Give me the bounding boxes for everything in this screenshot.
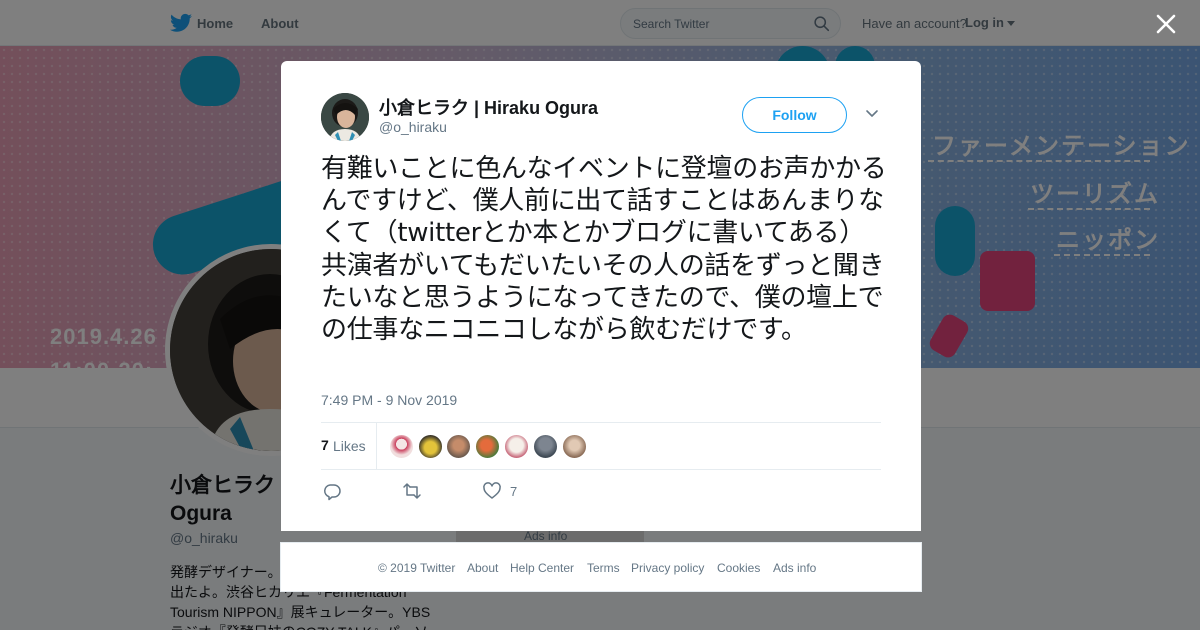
author-avatar-image [321, 93, 369, 141]
likes-separator [376, 423, 377, 469]
footer-copyright: © 2019 Twitter [378, 561, 456, 575]
tweet-text: 有難いことに色んなイベントに登壇のお声かかるんですけど、僕人前に出て話すことはあ… [321, 154, 887, 346]
like-action-count: 7 [510, 484, 518, 499]
footer-link-privacy[interactable]: Privacy policy [631, 561, 704, 575]
tweet-author-avatar[interactable] [321, 93, 369, 141]
follow-button[interactable]: Follow [742, 97, 847, 133]
divider [321, 422, 881, 423]
liker-avatar[interactable] [504, 434, 529, 459]
footer-link-ads-info[interactable]: Ads info [773, 561, 816, 575]
tweet-author-handle[interactable]: @o_hiraku [379, 119, 447, 135]
liker-avatar[interactable] [562, 434, 587, 459]
close-icon[interactable] [1154, 12, 1178, 36]
liker-avatar[interactable] [446, 434, 471, 459]
tweet-modal: 小倉ヒラク | Hiraku Ogura @o_hiraku Follow 有難… [281, 61, 921, 531]
liker-avatar[interactable] [533, 434, 558, 459]
tweet-author-name[interactable]: 小倉ヒラク | Hiraku Ogura [379, 94, 598, 120]
chevron-down-icon[interactable] [865, 109, 879, 119]
reply-icon[interactable] [322, 481, 342, 501]
retweet-icon[interactable] [402, 481, 422, 501]
tweet-timestamp[interactable]: 7:49 PM - 9 Nov 2019 [321, 392, 457, 408]
footer-link-terms[interactable]: Terms [587, 561, 620, 575]
footer-link-cookies[interactable]: Cookies [717, 561, 760, 575]
divider [321, 469, 881, 470]
heart-icon[interactable] [482, 481, 502, 501]
liker-avatar[interactable] [389, 434, 414, 459]
footer-link-help-center[interactable]: Help Center [510, 561, 574, 575]
footer-link-about[interactable]: About [467, 561, 498, 575]
liker-avatar[interactable] [475, 434, 500, 459]
likes-count[interactable]: 7 [321, 437, 329, 453]
modal-footer: © 2019 Twitter About Help Center Terms P… [280, 542, 922, 592]
liker-avatar[interactable] [418, 434, 443, 459]
likes-label[interactable]: Likes [333, 438, 366, 454]
